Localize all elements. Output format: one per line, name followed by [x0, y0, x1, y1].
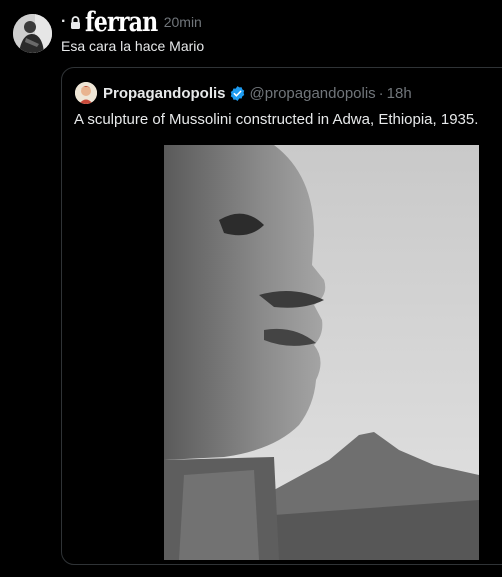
post-timestamp[interactable]: 20min: [164, 14, 202, 30]
verified-badge-icon: [230, 85, 244, 101]
lock-icon: [71, 15, 81, 29]
separator-dot: ·: [378, 84, 384, 102]
user-avatar[interactable]: [13, 14, 52, 53]
propagandopolis-avatar[interactable]: [75, 82, 97, 104]
post-text: Esa cara la hace Mario: [61, 38, 205, 54]
post: · ferran 20min Esa cara la hace Mario Pr…: [0, 0, 502, 577]
display-name[interactable]: ferran: [85, 7, 158, 38]
quoted-post-photo[interactable]: [164, 145, 479, 560]
quoted-author-name[interactable]: Propagandopolis: [103, 85, 226, 102]
quoted-post-card[interactable]: Propagandopolis @propagandopolis · 18h A…: [61, 67, 502, 565]
quoted-post-time[interactable]: 18h: [387, 85, 412, 102]
post-header: · ferran 20min: [61, 7, 202, 38]
quoted-post-text: A sculpture of Mussolini constructed in …: [74, 111, 479, 128]
quoted-post-header: Propagandopolis @propagandopolis · 18h: [75, 82, 412, 104]
quoted-author-handle[interactable]: @propagandopolis: [250, 85, 376, 102]
name-prefix: ·: [61, 13, 67, 30]
